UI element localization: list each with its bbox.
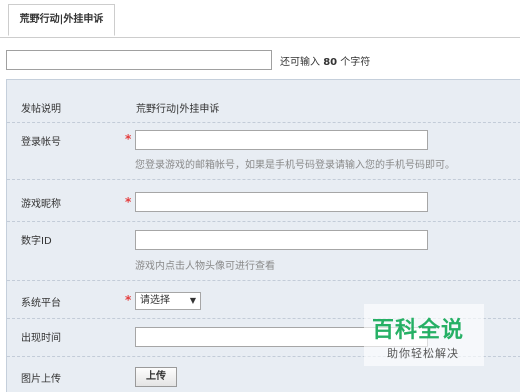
nickname-input[interactable] xyxy=(135,192,428,212)
watermark-title: 百科全说 xyxy=(372,318,465,343)
char-counter-value: 80 xyxy=(323,57,338,68)
tab-bar: 荒野行动|外挂申诉 xyxy=(0,0,520,38)
image-label: 图片上传 xyxy=(21,374,61,385)
digital-id-label: 数字ID xyxy=(21,236,52,247)
account-label: 登录帐号 xyxy=(21,137,61,148)
row-divider xyxy=(7,179,520,180)
account-hint: 您登录游戏的邮箱帐号，如果是手机号码登录请输入您的手机号码即可。 xyxy=(135,160,455,171)
digital-id-hint: 游戏内点击人物头像可进行查看 xyxy=(135,261,275,272)
post-desc-value: 荒野行动|外挂申诉 xyxy=(136,104,220,115)
post-desc-label: 发帖说明 xyxy=(21,104,61,115)
digital-id-input[interactable] xyxy=(135,230,428,250)
char-counter-prefix: 还可输入 xyxy=(280,57,320,68)
platform-required-mark: * xyxy=(125,293,132,307)
row-divider xyxy=(7,221,520,222)
account-required-mark: * xyxy=(125,132,132,146)
platform-selected-value: 请选择 xyxy=(140,295,170,306)
char-counter-suffix: 个字符 xyxy=(340,57,371,68)
account-input[interactable] xyxy=(135,130,428,150)
nickname-required-mark: * xyxy=(125,195,132,209)
watermark-subtitle: 助你轻松解决 xyxy=(387,347,459,360)
row-divider xyxy=(7,122,520,123)
platform-label: 系统平台 xyxy=(21,298,61,309)
tab-appeal[interactable]: 荒野行动|外挂申诉 xyxy=(8,4,115,36)
nickname-label: 游戏昵称 xyxy=(21,199,61,210)
time-label: 出现时间 xyxy=(21,333,61,344)
platform-select[interactable]: 请选择 ▼ xyxy=(135,292,201,310)
subject-input[interactable] xyxy=(6,50,272,70)
row-divider xyxy=(7,280,520,281)
char-counter: 还可输入 80 个字符 xyxy=(280,53,370,68)
watermark-logo: 百科全说 助你轻松解决 xyxy=(364,304,484,366)
upload-button[interactable]: 上传 xyxy=(135,367,177,387)
chevron-down-icon: ▼ xyxy=(189,296,196,305)
